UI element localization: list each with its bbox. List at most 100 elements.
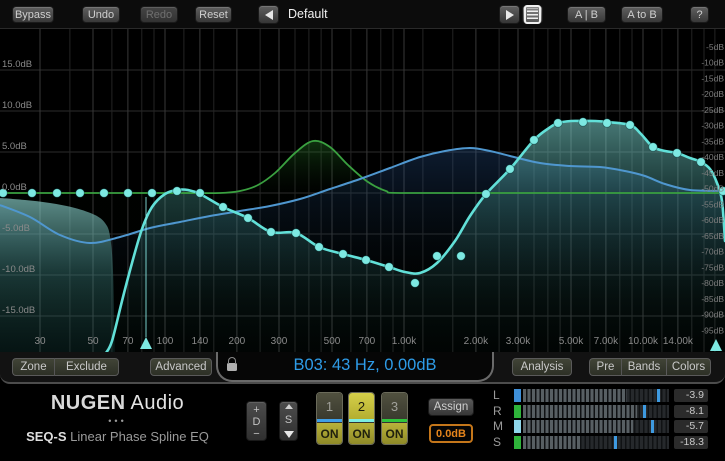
redo-button[interactable]: Redo [140, 6, 178, 23]
band-button-2[interactable]: 2 ON [348, 392, 375, 445]
freq-axis-label: 3.00k [506, 336, 531, 347]
analysis-button[interactable]: Analysis [512, 358, 572, 376]
solo-stepper[interactable]: S [279, 401, 298, 441]
dip-label: D [253, 416, 261, 428]
eq-control-point[interactable] [315, 243, 324, 252]
eq-control-point[interactable] [362, 256, 371, 265]
product-desc: Linear Phase Spline EQ [70, 429, 209, 444]
meter-bar [523, 389, 669, 402]
db-axis-label-right: -45dB [701, 168, 724, 178]
arrow-up-icon[interactable] [285, 404, 293, 409]
eq-graph[interactable]: 15.0dB10.0dB5.0dB0.0dB-5.0dB-10.0dB-15.0… [0, 29, 725, 353]
band-on-toggle[interactable]: ON [382, 422, 407, 444]
meter-label: L [493, 389, 507, 402]
eq-control-point[interactable] [219, 203, 228, 212]
top-toolbar: Bypass Undo Redo Reset Default A | B A t… [0, 0, 725, 28]
eq-control-point[interactable] [626, 121, 635, 130]
eq-control-point[interactable] [506, 165, 515, 174]
meter-chip [514, 405, 521, 418]
eq-control-point[interactable] [554, 119, 563, 128]
dip-minus[interactable]: − [253, 428, 259, 440]
eq-control-point[interactable] [244, 214, 253, 223]
meter-label: S [493, 436, 507, 449]
db-axis-label-right: -35dB [701, 136, 724, 146]
eq-control-point[interactable] [53, 189, 62, 198]
ab-compare-button[interactable]: A | B [567, 6, 606, 23]
arrow-left-icon [265, 10, 273, 20]
meter-value: -5.7 [674, 420, 708, 433]
eq-control-point[interactable] [267, 228, 276, 237]
eq-control-point[interactable] [100, 189, 109, 198]
undo-button[interactable]: Undo [82, 6, 120, 23]
db-axis-label-left: -10.0dB [2, 264, 35, 275]
eq-control-point[interactable] [173, 187, 182, 196]
preset-next-button[interactable] [499, 5, 520, 24]
meter-row-left: L -3.9 [493, 389, 718, 402]
eq-control-point[interactable] [292, 229, 301, 238]
freq-axis-label: 14.00k [663, 336, 694, 347]
eq-control-point[interactable] [579, 118, 588, 127]
nugen-logo: NUGEN Audio [0, 392, 235, 415]
freq-axis-label: 5.00k [559, 336, 584, 347]
pre-button[interactable]: Pre [589, 358, 622, 376]
meter-chip [514, 436, 521, 449]
band-number: 2 [349, 393, 374, 419]
meter-row-side: S -18.3 [493, 436, 718, 449]
freq-axis-label: 200 [229, 336, 246, 347]
eq-control-point[interactable] [124, 189, 133, 198]
reset-button[interactable]: Reset [195, 6, 232, 23]
assign-button[interactable]: Assign [428, 398, 474, 416]
lock-icon[interactable] [227, 363, 237, 371]
advanced-button[interactable]: Advanced [150, 358, 212, 376]
eq-graph-area[interactable]: 15.0dB10.0dB5.0dB0.0dB-5.0dB-10.0dB-15.0… [0, 28, 725, 352]
db-axis-label-right: -85dB [701, 294, 724, 304]
product-name: SEQ-S [26, 429, 66, 444]
band-on-toggle[interactable]: ON [317, 422, 342, 444]
eq-control-point[interactable] [673, 149, 682, 158]
zone-button[interactable]: Zone [12, 358, 55, 376]
db-axis-label-right: -65dB [701, 231, 724, 241]
preset-list-button[interactable] [522, 5, 543, 24]
db-axis-label-left: -5.0dB [2, 223, 30, 234]
freq-axis-label: 10.00k [628, 336, 659, 347]
db-axis-label-right: -50dB [701, 184, 724, 194]
db-axis-label-right: -55dB [701, 199, 724, 209]
band-button-1[interactable]: 1 ON [316, 392, 343, 445]
eq-control-point[interactable] [457, 252, 466, 261]
meter-row-right: R -8.1 [493, 405, 718, 418]
eq-control-point[interactable] [196, 189, 205, 198]
help-button[interactable]: ? [690, 6, 709, 23]
eq-control-point[interactable] [28, 189, 37, 198]
assign-value-display[interactable]: 0.0dB [429, 424, 473, 443]
freq-axis-label: 70 [122, 336, 134, 347]
band-button-3[interactable]: 3 ON [381, 392, 408, 445]
dip-plus[interactable]: + [253, 404, 259, 416]
meter-bar [523, 405, 669, 418]
eq-control-point[interactable] [530, 136, 539, 145]
arrow-down-icon[interactable] [284, 431, 294, 438]
band-on-toggle[interactable]: ON [349, 422, 374, 444]
freq-axis-label: 30 [34, 336, 46, 347]
eq-control-point[interactable] [649, 143, 658, 152]
db-axis-label-right: -30dB [701, 121, 724, 131]
bands-button[interactable]: Bands [622, 358, 667, 376]
freq-axis-label: 50 [87, 336, 99, 347]
freq-axis-label: 7.00k [594, 336, 619, 347]
eq-control-point[interactable] [339, 250, 348, 259]
dip-stepper[interactable]: + D − [246, 401, 267, 441]
eq-control-point[interactable] [603, 119, 612, 128]
bypass-button[interactable]: Bypass [12, 6, 54, 23]
db-axis-label-right: -95dB [701, 325, 724, 335]
preset-name[interactable]: Default [288, 7, 328, 21]
eq-control-point[interactable] [76, 189, 85, 198]
eq-control-point[interactable] [433, 252, 442, 261]
preset-prev-button[interactable] [258, 5, 279, 24]
exclude-button[interactable]: Exclude [55, 358, 119, 376]
colors-button[interactable]: Colors [667, 358, 711, 376]
eq-control-point[interactable] [148, 189, 157, 198]
a-to-b-button[interactable]: A to B [621, 6, 663, 23]
eq-control-point[interactable] [411, 279, 420, 288]
freq-axis-label: 700 [359, 336, 376, 347]
eq-control-point[interactable] [482, 190, 491, 199]
eq-control-point[interactable] [385, 263, 394, 272]
